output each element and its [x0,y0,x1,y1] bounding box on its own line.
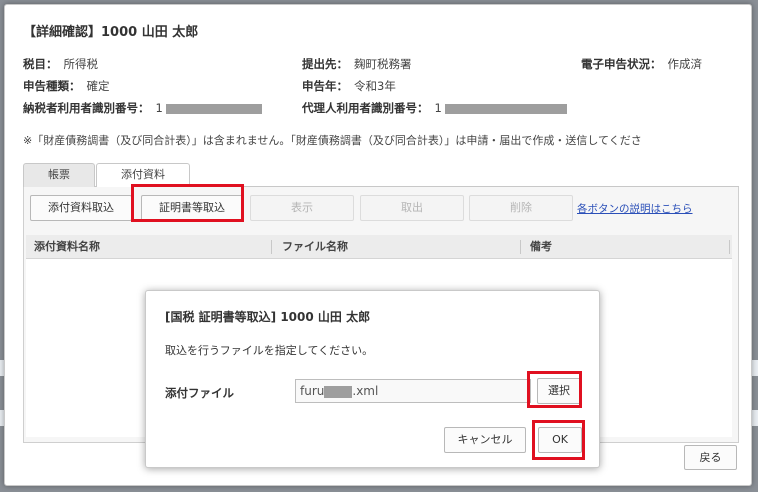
tab-attachments[interactable]: 添付資料 [96,163,190,188]
cancel-button[interactable]: キャンセル [444,427,526,453]
agent-id-value: 1 [434,101,442,115]
file-name-suffix: .xml [352,384,379,398]
back-button[interactable]: 戻る [684,445,737,470]
file-label: 添付ファイル [165,386,234,400]
filing-year-field: 申告年： 令和3年 [302,78,396,94]
file-name-prefix: furu [300,384,325,398]
column-header-file-name: ファイル名称 [282,240,348,253]
cert-import-modal: [国税 証明書等取込] 1000 山田 太郎 取込を行うファイルを指定してくださ… [145,290,600,468]
taxpayer-id-field: 納税者利用者識別番号： 1 [23,100,263,116]
agent-id-field: 代理人利用者識別番号： 1 [302,100,568,116]
tax-type-field: 税目： 所得税 [23,56,98,72]
export-button[interactable]: 取出 [360,195,464,221]
column-divider [520,240,521,254]
dialog-title: 【詳細確認】1000 山田 太郎 [23,25,199,40]
filing-type-field: 申告種類： 確定 [23,78,110,94]
filing-year-label: 申告年： [302,79,348,93]
notice-text: ※「財産債務調書（及び同合計表）」は含まれません。「財産債務調書（及び同合計表）… [23,134,642,147]
filing-type-label: 申告種類： [23,79,81,93]
taxpayer-id-label: 納税者利用者識別番号： [23,101,150,115]
view-button[interactable]: 表示 [250,195,354,221]
tax-type-value: 所得税 [63,57,99,71]
tab-forms[interactable]: 帳票 [23,163,95,187]
filing-type-value: 確定 [86,79,110,93]
column-divider [729,240,730,254]
column-divider [271,240,272,254]
taxpayer-id-value: 1 [155,101,163,115]
select-file-button[interactable]: 選択 [537,378,581,404]
submit-to-label: 提出先： [302,57,348,71]
ok-button[interactable]: OK [538,427,582,453]
button-help-link[interactable]: 各ボタンの説明はこちら [577,201,693,216]
delete-button[interactable]: 削除 [469,195,573,221]
submit-to-field: 提出先： 麹町税務署 [302,56,412,72]
modal-title: [国税 証明書等取込] 1000 山田 太郎 [165,310,371,324]
efiling-status-value: 作成済 [667,57,703,71]
attach-import-button[interactable]: 添付資料取込 [30,195,132,221]
redaction-block [445,103,568,114]
agent-id-label: 代理人利用者識別番号： [302,101,429,115]
redaction-block [324,385,353,398]
cert-import-button[interactable]: 証明書等取込 [141,195,243,221]
modal-message: 取込を行うファイルを指定してください。 [165,344,374,357]
attachments-table-header: 添付資料名称 ファイル名称 備考 [26,235,732,259]
column-header-notes: 備考 [530,240,552,253]
filing-year-value: 令和3年 [354,79,396,93]
efiling-status-label: 電子申告状況： [581,57,662,71]
file-path-input[interactable]: furu .xml [295,379,531,403]
efiling-status-field: 電子申告状況： 作成済 [581,56,702,72]
tax-type-label: 税目： [23,57,58,71]
column-header-attachment-name: 添付資料名称 [34,240,100,253]
submit-to-value: 麹町税務署 [354,57,412,71]
redaction-block [166,103,263,114]
tab-bar: 帳票 添付資料 [23,163,739,188]
